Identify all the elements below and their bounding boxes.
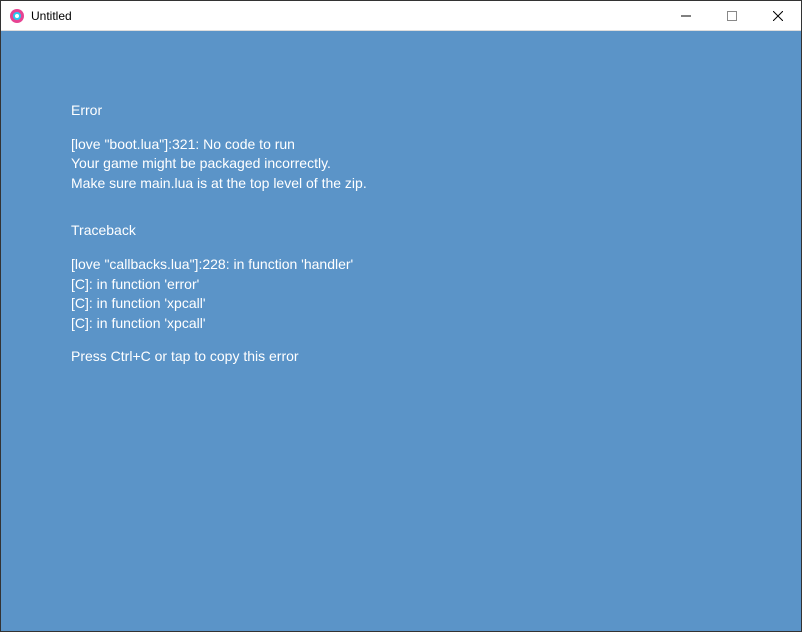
maximize-button[interactable] bbox=[709, 1, 755, 30]
error-section: Error [love "boot.lua"]:321: No code to … bbox=[71, 101, 801, 193]
minimize-button[interactable] bbox=[663, 1, 709, 30]
titlebar: Untitled bbox=[1, 1, 801, 31]
close-icon bbox=[773, 11, 783, 21]
close-button[interactable] bbox=[755, 1, 801, 30]
error-line: Make sure main.lua is at the top level o… bbox=[71, 174, 801, 194]
traceback-line: [C]: in function 'error' bbox=[71, 275, 801, 295]
error-line: [love "boot.lua"]:321: No code to run bbox=[71, 135, 801, 155]
traceback-line: [C]: in function 'xpcall' bbox=[71, 314, 801, 334]
titlebar-left: Untitled bbox=[9, 8, 72, 24]
minimize-icon bbox=[681, 11, 691, 21]
error-line: Your game might be packaged incorrectly. bbox=[71, 154, 801, 174]
window-title: Untitled bbox=[31, 9, 72, 23]
maximize-icon bbox=[727, 11, 737, 21]
app-window: Untitled Error [love bbox=[0, 0, 802, 632]
error-screen[interactable]: Error [love "boot.lua"]:321: No code to … bbox=[1, 31, 801, 631]
error-heading: Error bbox=[71, 101, 801, 121]
traceback-section: Traceback [love "callbacks.lua"]:228: in… bbox=[71, 221, 801, 367]
traceback-line: [love "callbacks.lua"]:228: in function … bbox=[71, 255, 801, 275]
traceback-heading: Traceback bbox=[71, 221, 801, 241]
traceback-line: [C]: in function 'xpcall' bbox=[71, 294, 801, 314]
copy-hint: Press Ctrl+C or tap to copy this error bbox=[71, 347, 801, 367]
love2d-icon bbox=[9, 8, 25, 24]
window-controls bbox=[663, 1, 801, 30]
